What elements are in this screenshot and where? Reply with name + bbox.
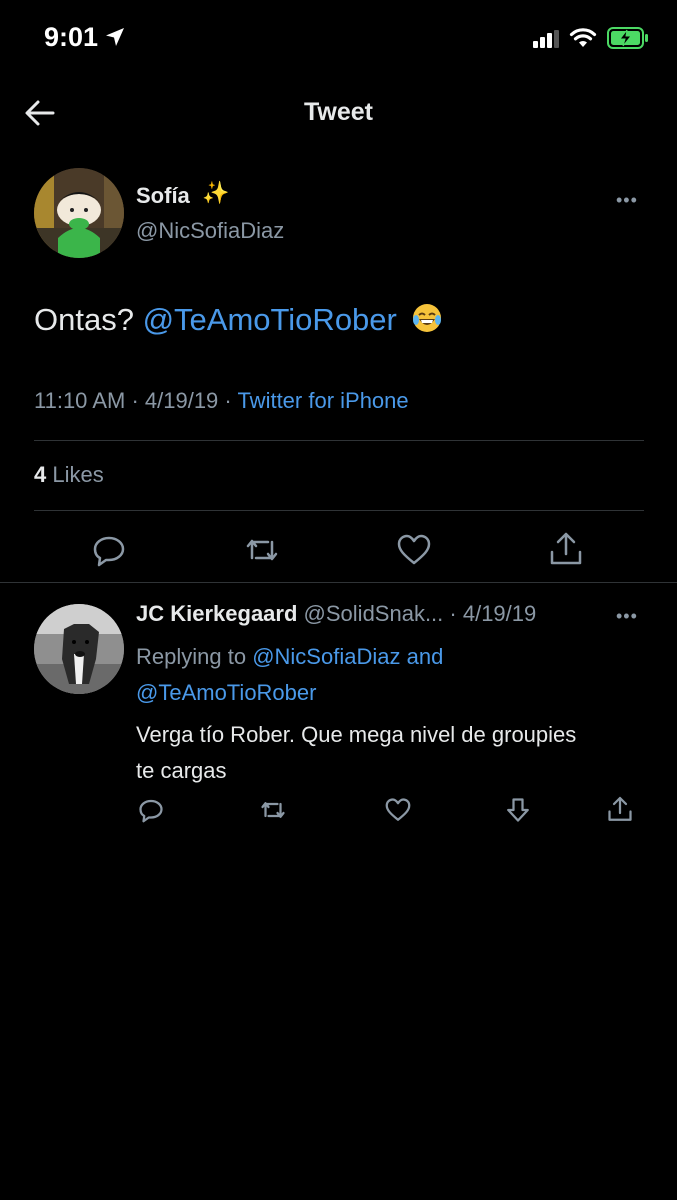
likes-count-link[interactable]: 4 Likes — [34, 462, 104, 488]
reply-like-icon[interactable] — [383, 795, 413, 825]
reply-more-options-icon[interactable]: ••• — [616, 606, 638, 627]
reply-text: Verga tío Rober. Que mega nivel de group… — [136, 722, 577, 783]
battery-charging-icon — [607, 27, 648, 49]
sparkles-emoji: ✨ — [202, 180, 230, 205]
reply-reply-icon[interactable] — [136, 795, 166, 825]
reply-header: JC Kierkegaard @SolidSnak... · 4/19/19 — [136, 601, 537, 626]
author-name[interactable]: Sofía — [136, 183, 190, 209]
replying-prefix: Replying to — [136, 644, 247, 669]
tweet-text: Ontas? @TeAmoTioRober — [34, 302, 443, 338]
replying-mention-1[interactable]: @NicSofiaDiaz — [252, 644, 400, 669]
tweet-meta: 11:10 AM · 4/19/19 · Twitter for iPhone — [34, 388, 409, 413]
author-avatar[interactable] — [34, 168, 124, 258]
reply-date: 4/19/19 — [462, 601, 537, 626]
likes-count: 4 — [34, 462, 47, 487]
tweet-date: 4/19/19 — [144, 388, 219, 413]
divider — [34, 510, 644, 511]
cellular-signal-icon — [533, 30, 559, 48]
divider — [0, 582, 677, 583]
replying-mention-2[interactable]: @TeAmoTioRober — [136, 680, 316, 705]
more-options-icon[interactable]: ••• — [616, 190, 638, 211]
share-icon[interactable] — [546, 530, 586, 570]
downvote-icon[interactable] — [503, 795, 533, 825]
retweet-icon[interactable] — [242, 530, 282, 570]
reply-icon[interactable] — [89, 530, 129, 570]
location-arrow-icon — [106, 28, 124, 46]
like-icon[interactable] — [394, 530, 434, 570]
wifi-icon — [569, 28, 597, 47]
tweet-time: 11:10 AM — [34, 388, 126, 413]
laughing-crying-emoji-icon — [413, 304, 442, 332]
reply-share-icon[interactable] — [605, 795, 635, 825]
mention-link[interactable]: @TeAmoTioRober — [143, 302, 397, 337]
page-title: Tweet — [304, 98, 373, 126]
tweet-text-prefix: Ontas? — [34, 302, 143, 337]
likes-label: Likes — [52, 462, 104, 487]
status-time: 9:01 — [44, 22, 99, 52]
tweet-source-link[interactable]: Twitter for iPhone — [237, 388, 408, 413]
divider — [34, 440, 644, 441]
reply-retweet-icon[interactable] — [258, 795, 288, 825]
replying-and: and — [406, 644, 444, 669]
reply-author-handle[interactable]: @SolidSnak... — [304, 601, 444, 626]
replying-to: Replying to @NicSofiaDiaz and @TeAmoTioR… — [136, 639, 656, 711]
reply-author-name[interactable]: JC Kierkegaard — [136, 601, 297, 626]
author-handle[interactable]: @NicSofiaDiaz — [136, 218, 284, 244]
reply-author-avatar[interactable] — [34, 604, 124, 694]
